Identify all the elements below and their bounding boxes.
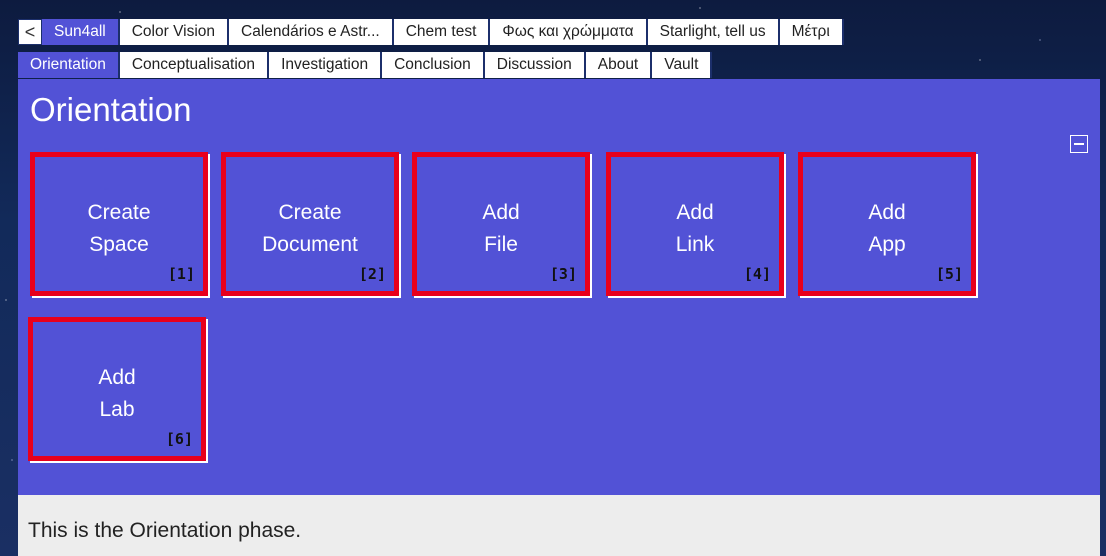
- tab-chem-test[interactable]: Chem test: [393, 19, 491, 45]
- tile-index-badge: [4]: [743, 265, 771, 283]
- tab-color-vision[interactable]: Color Vision: [119, 19, 230, 45]
- tab-about[interactable]: About: [585, 52, 653, 78]
- tab-investigation[interactable]: Investigation: [269, 52, 383, 78]
- orientation-panel: Orientation Create Space [1] Create Docu…: [18, 79, 1100, 495]
- add-link-button[interactable]: Add Link [4]: [606, 152, 784, 296]
- minus-icon: [1074, 143, 1084, 145]
- tab-fos-kai-chromata[interactable]: Φως και χρώμματα: [490, 19, 648, 45]
- tab-calendarios[interactable]: Calendários e Astr...: [229, 19, 394, 45]
- back-icon[interactable]: <: [18, 19, 42, 45]
- phase-tab-bar: Orientation Conceptualisation Investigat…: [18, 52, 713, 78]
- tile-label: Add Lab: [33, 362, 201, 426]
- tile-label-line1: Add: [676, 201, 714, 224]
- tile-label: Create Space: [35, 197, 203, 261]
- tile-index-badge: [1]: [167, 265, 195, 283]
- tab-discussion[interactable]: Discussion: [484, 52, 586, 78]
- tile-label-line2: Link: [675, 233, 715, 256]
- tile-index-badge: [5]: [935, 265, 963, 283]
- tile-label-line1: Create: [278, 201, 342, 224]
- tile-index-badge: [2]: [358, 265, 386, 283]
- tab-vault[interactable]: Vault: [652, 52, 713, 78]
- create-space-button[interactable]: Create Space [1]: [30, 152, 208, 296]
- panel-title: Orientation: [30, 91, 192, 128]
- tile-label-line2: File: [484, 233, 518, 256]
- phase-description: This is the Orientation phase.: [28, 519, 302, 542]
- add-app-button[interactable]: Add App [5]: [798, 152, 976, 296]
- tab-metri[interactable]: Μέτρι: [779, 19, 844, 45]
- tab-conceptualisation[interactable]: Conceptualisation: [119, 52, 270, 78]
- tile-label-line1: Add: [98, 366, 136, 389]
- tile-label: Add File: [417, 197, 585, 261]
- add-lab-button[interactable]: Add Lab [6]: [28, 317, 206, 461]
- tile-label-line2: Space: [89, 233, 149, 256]
- tile-label-line1: Add: [482, 201, 520, 224]
- tile-label-line1: Create: [87, 201, 151, 224]
- tab-conclusion[interactable]: Conclusion: [382, 52, 485, 78]
- space-tab-bar: < Sun4all Color Vision Calendários e Ast…: [18, 19, 1106, 45]
- tile-label-line2: App: [868, 233, 906, 256]
- tab-starlight[interactable]: Starlight, tell us: [647, 19, 780, 45]
- tile-label-line2: Lab: [99, 398, 135, 421]
- create-document-button[interactable]: Create Document [2]: [221, 152, 399, 296]
- tab-orientation[interactable]: Orientation: [18, 52, 120, 78]
- add-file-button[interactable]: Add File [3]: [412, 152, 590, 296]
- tile-label: Create Document: [226, 197, 394, 261]
- tile-label-line1: Add: [868, 201, 906, 224]
- minus-square-icon[interactable]: [1070, 135, 1088, 153]
- tile-index-badge: [6]: [165, 430, 193, 448]
- tile-label: Add App: [803, 197, 971, 261]
- tab-sun4all[interactable]: Sun4all: [42, 19, 120, 45]
- phase-description-box: This is the Orientation phase.: [18, 495, 1100, 556]
- tile-index-badge: [3]: [549, 265, 577, 283]
- tile-label: Add Link: [611, 197, 779, 261]
- tile-label-line2: Document: [262, 233, 358, 256]
